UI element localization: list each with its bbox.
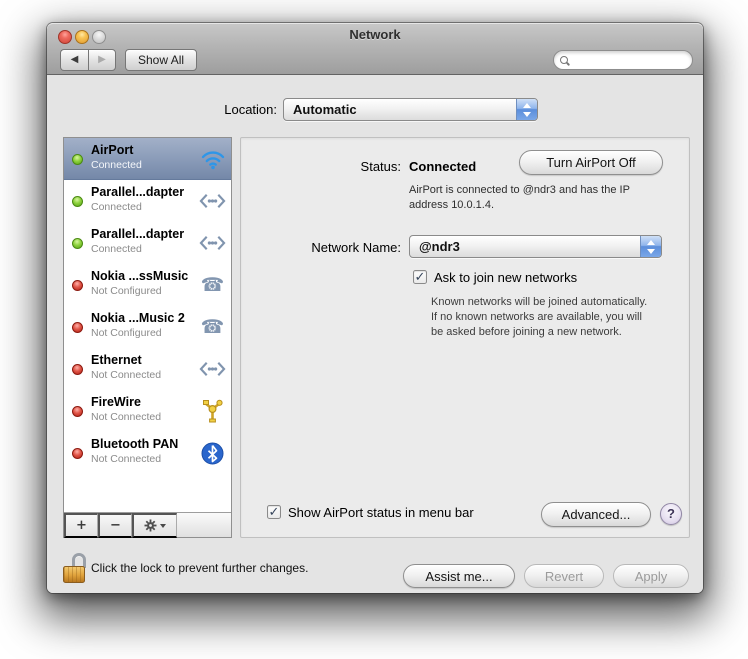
interface-name: Nokia ...Music 2 [91, 311, 185, 325]
ethernet-icon [199, 356, 226, 382]
ask-to-join-label[interactable]: Ask to join new networks [434, 270, 577, 285]
ask-help-line3: be asked before joining a new network. [431, 326, 622, 338]
help-button[interactable]: ? [660, 503, 682, 525]
ask-help-line2: If no known networks are available, you … [431, 311, 642, 323]
list-item-ethernet[interactable]: Ethernet Not Connected [64, 348, 231, 390]
titlebar: Network ◀ ▶ Show All [47, 23, 715, 75]
forward-button[interactable]: ▶ [88, 49, 116, 71]
list-item-bluetooth-pan[interactable]: Bluetooth PAN Not Connected [64, 432, 231, 474]
status-dot-connected [72, 154, 83, 165]
search-field[interactable] [553, 50, 715, 70]
list-item-firewire[interactable]: FireWire Not Connected [64, 390, 231, 432]
ask-help-line1: Known networks will be joined automatica… [431, 296, 648, 308]
assist-me-button[interactable]: Assist me... [403, 564, 515, 588]
list-item-nokia-ssmusic[interactable]: Nokia ...ssMusic Not Configured ☎ [64, 264, 231, 306]
popup-stepper-icon [516, 99, 537, 120]
desktop: Network ◀ ▶ Show All Location: Automatic [0, 0, 748, 659]
list-item-parallels-adapter-1[interactable]: Parallel...dapter Connected [64, 180, 231, 222]
phone-icon: ☎ [200, 315, 225, 338]
interface-status: Connected [91, 201, 142, 213]
window-title: Network [349, 27, 401, 42]
search-input[interactable] [573, 54, 715, 66]
ethernet-icon [199, 230, 226, 256]
interface-name: AirPort [91, 143, 134, 157]
interfaces-rows: AirPort Connected Parallel...dapter Conn… [64, 138, 231, 512]
network-name-value: @ndr3 [419, 239, 460, 254]
lock-hint-text: Click the lock to prevent further change… [91, 561, 309, 575]
search-icon [560, 55, 569, 65]
status-description-line1: AirPort is connected to @ndr3 and has th… [409, 184, 630, 196]
interface-name: Ethernet [91, 353, 142, 367]
interface-status: Not Configured [91, 327, 162, 339]
status-dot-connected [72, 238, 83, 249]
location-label: Location: [224, 102, 277, 117]
list-item-nokia-music-2[interactable]: Nokia ...Music 2 Not Configured ☎ [64, 306, 231, 348]
status-value: Connected [409, 159, 477, 174]
status-dot-connected [72, 196, 83, 207]
status-description-line2: address 10.0.1.4. [409, 199, 495, 211]
interface-status: Not Connected [91, 453, 162, 465]
list-item-parallels-adapter-2[interactable]: Parallel...dapter Connected [64, 222, 231, 264]
phone-icon: ☎ [200, 273, 225, 296]
list-actions-bar: + − [64, 512, 231, 538]
back-button[interactable]: ◀ [60, 49, 88, 71]
nav-buttons: ◀ ▶ [60, 49, 116, 71]
status-label: Status: [360, 159, 401, 174]
location-popup-value: Automatic [293, 102, 357, 117]
chevron-down-icon [160, 523, 166, 528]
wifi-icon [199, 146, 226, 172]
lock-icon[interactable] [63, 553, 89, 590]
interface-status: Not Connected [91, 369, 162, 381]
interface-status: Connected [91, 159, 142, 171]
interface-name: Parallel...dapter [91, 185, 185, 199]
ethernet-icon [199, 188, 226, 214]
status-dot-not-connected [72, 448, 83, 459]
advanced-button[interactable]: Advanced... [541, 502, 651, 527]
interfaces-list: AirPort Connected Parallel...dapter Conn… [63, 137, 232, 538]
location-popup[interactable]: Automatic [283, 98, 538, 121]
status-dot-not-connected [72, 406, 83, 417]
menu-bar-status-label[interactable]: Show AirPort status in menu bar [288, 505, 474, 520]
content-area: Location: Automatic AirPort Connected Pa… [47, 75, 703, 593]
interface-name: Parallel...dapter [91, 227, 185, 241]
popup-stepper-icon [640, 236, 661, 257]
remove-interface-button[interactable]: − [98, 513, 132, 538]
interface-name: Bluetooth PAN [91, 437, 179, 451]
network-preferences-window: Network ◀ ▶ Show All Location: Automatic [47, 23, 715, 593]
apply-button[interactable]: Apply [613, 564, 689, 588]
network-name-label: Network Name: [311, 240, 401, 255]
menu-bar-status-checkbox[interactable]: ✓ [267, 505, 281, 519]
airport-settings-panel: Status: Connected Turn AirPort Off AirPo… [240, 137, 690, 538]
interface-status: Not Configured [91, 285, 162, 297]
firewire-icon [199, 398, 226, 424]
list-item-airport[interactable]: AirPort Connected [64, 138, 231, 180]
action-menu-button[interactable] [132, 513, 177, 538]
show-all-button[interactable]: Show All [125, 49, 198, 71]
add-interface-button[interactable]: + [64, 513, 98, 538]
ask-to-join-checkbox[interactable]: ✓ [413, 270, 427, 284]
turn-airport-off-button[interactable]: Turn AirPort Off [519, 150, 663, 175]
status-dot-not-connected [72, 364, 83, 375]
interface-status: Connected [91, 243, 142, 255]
interface-name: FireWire [91, 395, 141, 409]
gear-icon [144, 519, 157, 532]
status-dot-not-configured [72, 322, 83, 333]
revert-button[interactable]: Revert [524, 564, 604, 588]
bluetooth-icon [199, 440, 226, 466]
interface-status: Not Connected [91, 411, 162, 423]
status-dot-not-configured [72, 280, 83, 291]
interface-name: Nokia ...ssMusic [91, 269, 189, 283]
network-name-popup[interactable]: @ndr3 [409, 235, 662, 258]
